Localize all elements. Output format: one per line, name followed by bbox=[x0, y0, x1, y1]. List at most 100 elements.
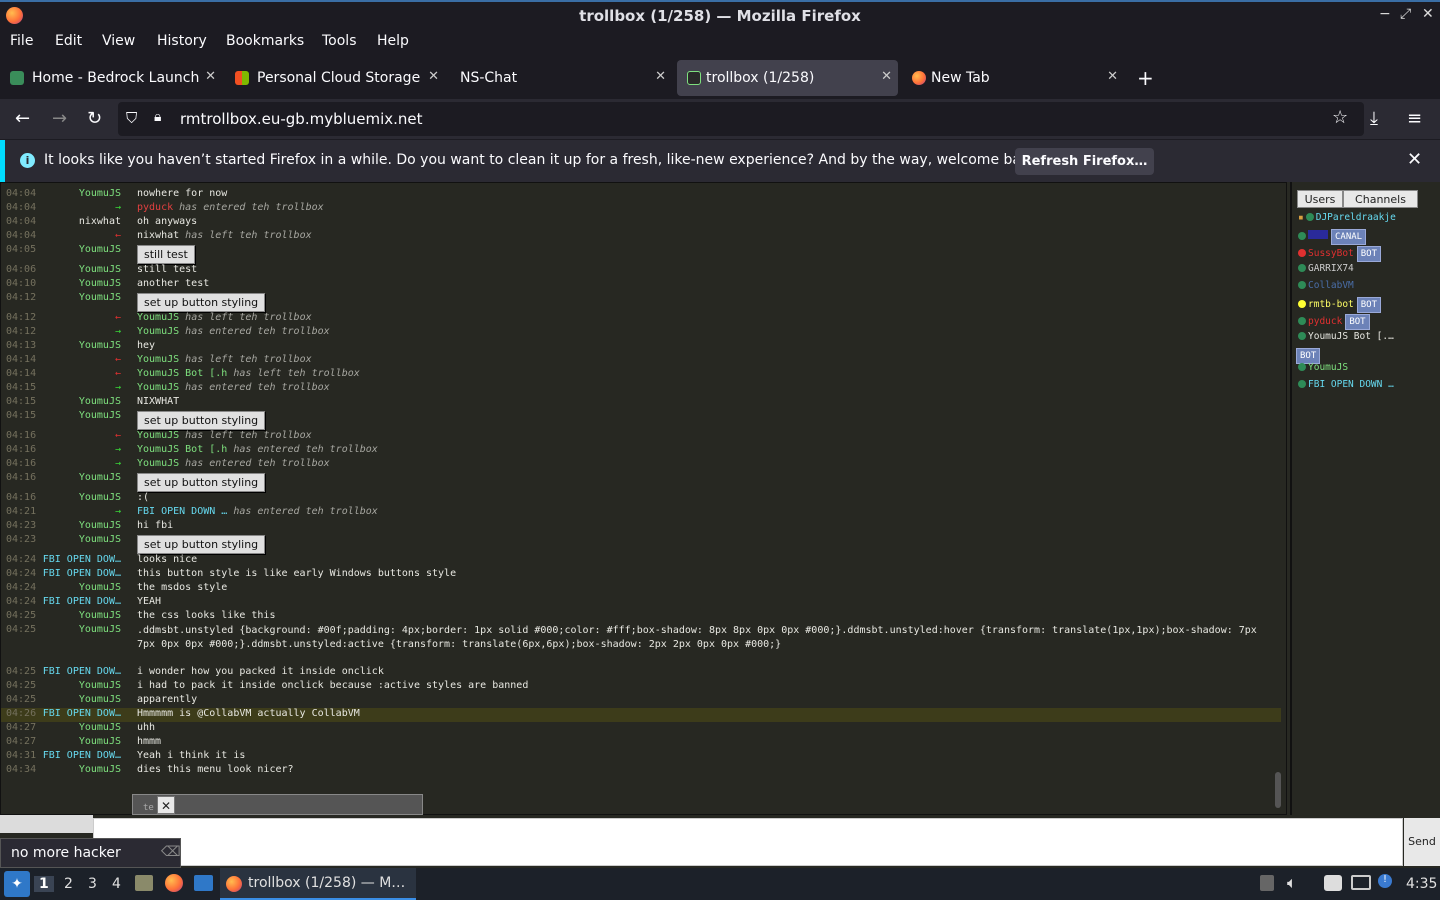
tab-bedrock[interactable]: Home - Bedrock Launcher ✕ bbox=[0, 60, 222, 96]
chat-message: 04:25 FBI OPEN DOW… i wonder how you packe… bbox=[1, 666, 1281, 680]
user-list-item[interactable]: SussyBot BOT bbox=[1298, 246, 1382, 262]
message-timestamp: 04:26 bbox=[6, 708, 37, 719]
tab-close-icon[interactable]: ✕ bbox=[655, 69, 666, 84]
event-user: YoumuJS bbox=[137, 430, 180, 441]
volume-icon[interactable]: 🔈︎ bbox=[1287, 873, 1297, 893]
user-list-item[interactable]: rmtb-bot BOT bbox=[1298, 297, 1382, 313]
message-text: i wonder how you packed it inside onclic… bbox=[137, 666, 384, 677]
user-list-item[interactable]: YoumuJS Bot [.… bbox=[1298, 331, 1394, 342]
tab-channels[interactable]: Channels bbox=[1343, 190, 1418, 208]
refresh-firefox-button[interactable]: Refresh Firefox… bbox=[1015, 148, 1154, 175]
minimize-icon[interactable]: − bbox=[1379, 6, 1391, 22]
message-nick: YoumuJS bbox=[78, 292, 121, 303]
workspace-2[interactable]: 2 bbox=[64, 876, 73, 892]
chat-message: 04:24 FBI OPEN DOW… looks nice bbox=[1, 554, 1281, 568]
tab-new-tab[interactable]: New Tab ✕ bbox=[902, 60, 1124, 96]
chat-message: 04:04 YoumuJS nowhere for now bbox=[1, 188, 1281, 202]
lock-icon[interactable]: 🔒︎ bbox=[154, 109, 161, 125]
search-box-value[interactable]: no more hacker bbox=[11, 845, 121, 861]
back-arrow-icon[interactable]: ← bbox=[15, 108, 30, 129]
tab-close-icon[interactable]: ✕ bbox=[881, 69, 892, 84]
popup-snippet: te bbox=[143, 803, 154, 813]
workspace-1[interactable]: 1 bbox=[34, 876, 54, 892]
message-nick: FBI OPEN DOW… bbox=[42, 554, 121, 565]
popup-close-button[interactable]: ✕ bbox=[157, 796, 175, 814]
chat-embedded-button[interactable]: set up button styling bbox=[137, 535, 266, 554]
menu-edit[interactable]: Edit bbox=[55, 33, 82, 49]
message-timestamp: 04:24 bbox=[6, 582, 37, 593]
desktop-icon[interactable] bbox=[194, 875, 213, 891]
chat-scrollbar[interactable] bbox=[1275, 772, 1281, 808]
user-list-item[interactable]: YoumuJS bbox=[1298, 362, 1348, 373]
event-arrow-icon: → bbox=[114, 326, 121, 337]
message-timestamp: 04:04 bbox=[6, 188, 37, 199]
tab-ns-chat[interactable]: NS-Chat ✕ bbox=[450, 60, 672, 96]
notification-info-icon[interactable]: ! bbox=[1378, 874, 1392, 888]
taskbar-firefox-task[interactable]: trollbox (1/258) — M… bbox=[220, 868, 416, 900]
message-timestamp: 04:27 bbox=[6, 722, 37, 733]
start-menu-icon[interactable]: ✦ bbox=[4, 871, 30, 897]
refresh-notification-bar: i It looks like you haven’t started Fire… bbox=[0, 139, 1440, 183]
chat-input[interactable] bbox=[93, 818, 1403, 866]
workspace-4[interactable]: 4 bbox=[112, 876, 121, 892]
user-list-item[interactable]: FBI OPEN DOWN … bbox=[1298, 379, 1394, 390]
user-list-item[interactable]: GARRIX74 bbox=[1298, 263, 1354, 274]
message-text: YoumuJS has entered teh trollbox bbox=[137, 458, 330, 469]
tab-users[interactable]: Users bbox=[1297, 190, 1343, 208]
downloads-icon[interactable]: ⤓ bbox=[1370, 108, 1378, 129]
menu-bookmarks[interactable]: Bookmarks bbox=[226, 33, 304, 49]
tab-close-icon[interactable]: ✕ bbox=[1107, 69, 1118, 84]
file-manager-icon[interactable] bbox=[135, 875, 153, 891]
hamburger-menu-icon[interactable]: ≡ bbox=[1407, 108, 1422, 129]
close-window-icon[interactable]: ✕ bbox=[1422, 6, 1434, 22]
user-list-item[interactable]: ▪ DJPareldraakje bbox=[1298, 212, 1396, 223]
tab-close-icon[interactable]: ✕ bbox=[428, 69, 439, 84]
tab-cloud-storage[interactable]: Personal Cloud Storage - ✕ bbox=[225, 60, 445, 96]
clipboard-icon[interactable] bbox=[1324, 875, 1342, 891]
menu-help[interactable]: Help bbox=[377, 33, 409, 49]
menu-file[interactable]: File bbox=[10, 33, 33, 49]
network-icon[interactable] bbox=[1351, 875, 1371, 890]
new-tab-plus-icon[interactable]: + bbox=[1137, 66, 1154, 90]
message-nick: FBI OPEN DOW… bbox=[42, 708, 121, 719]
menu-view[interactable]: View bbox=[102, 33, 135, 49]
close-notification-icon[interactable]: ✕ bbox=[1407, 149, 1422, 170]
tray-updates-icon[interactable] bbox=[1260, 875, 1274, 891]
message-nick: YoumuJS bbox=[78, 722, 121, 733]
firefox-launcher-icon[interactable] bbox=[165, 874, 183, 892]
user-list-item[interactable]: CollabVM bbox=[1298, 280, 1354, 291]
status-dot-icon bbox=[1298, 264, 1306, 272]
forward-arrow-icon[interactable]: → bbox=[52, 108, 67, 129]
workspace-3[interactable]: 3 bbox=[88, 876, 97, 892]
url-bar[interactable]: ⛉ 🔒︎ rmtrollbox.eu-gb.mybluemix.net ☆ bbox=[118, 102, 1364, 136]
shield-icon[interactable]: ⛉ bbox=[126, 109, 137, 127]
user-name bbox=[1308, 230, 1328, 239]
message-text: oh anyways bbox=[137, 216, 198, 227]
tab-trollbox[interactable]: trollbox (1/258) ✕ bbox=[677, 60, 898, 96]
chat-embedded-button[interactable]: set up button styling bbox=[137, 411, 266, 430]
maximize-icon[interactable]: ⤢ bbox=[1400, 6, 1411, 22]
menu-history[interactable]: History bbox=[157, 33, 207, 49]
chat-embedded-button[interactable]: set up button styling bbox=[137, 473, 266, 492]
message-timestamp: 04:16 bbox=[6, 458, 37, 469]
input-side-buttons[interactable] bbox=[0, 815, 93, 833]
message-timestamp: 04:04 bbox=[6, 202, 37, 213]
tab-close-icon[interactable]: ✕ bbox=[205, 69, 216, 84]
message-timestamp: 04:04 bbox=[6, 216, 37, 227]
menu-tools[interactable]: Tools bbox=[322, 33, 357, 49]
chat-embedded-button[interactable]: set up button styling bbox=[137, 293, 266, 312]
send-button[interactable]: Send bbox=[1404, 818, 1440, 866]
user-list-item[interactable]: CANAL bbox=[1298, 229, 1367, 245]
message-nick: YoumuJS bbox=[78, 694, 121, 705]
chat-log[interactable]: 04:04 YoumuJS nowhere for now 04:04 → pyduck … bbox=[0, 182, 1287, 815]
bookmark-star-icon[interactable]: ☆ bbox=[1332, 107, 1348, 128]
clear-search-icon[interactable]: ⌫ bbox=[161, 844, 181, 860]
reload-icon[interactable]: ↻ bbox=[87, 108, 102, 129]
chat-message: 04:12 YoumuJS set up button styling bbox=[1, 292, 1281, 312]
event-text: has left teh trollbox bbox=[179, 230, 312, 241]
chat-embedded-button[interactable]: still test bbox=[137, 245, 195, 264]
url-text[interactable]: rmtrollbox.eu-gb.mybluemix.net bbox=[180, 110, 423, 128]
chat-message: 04:27 YoumuJS uhh bbox=[1, 722, 1281, 736]
user-list-item[interactable]: pyduck BOT bbox=[1298, 314, 1370, 330]
find-search-box[interactable]: no more hacker ⌫ bbox=[0, 838, 181, 868]
